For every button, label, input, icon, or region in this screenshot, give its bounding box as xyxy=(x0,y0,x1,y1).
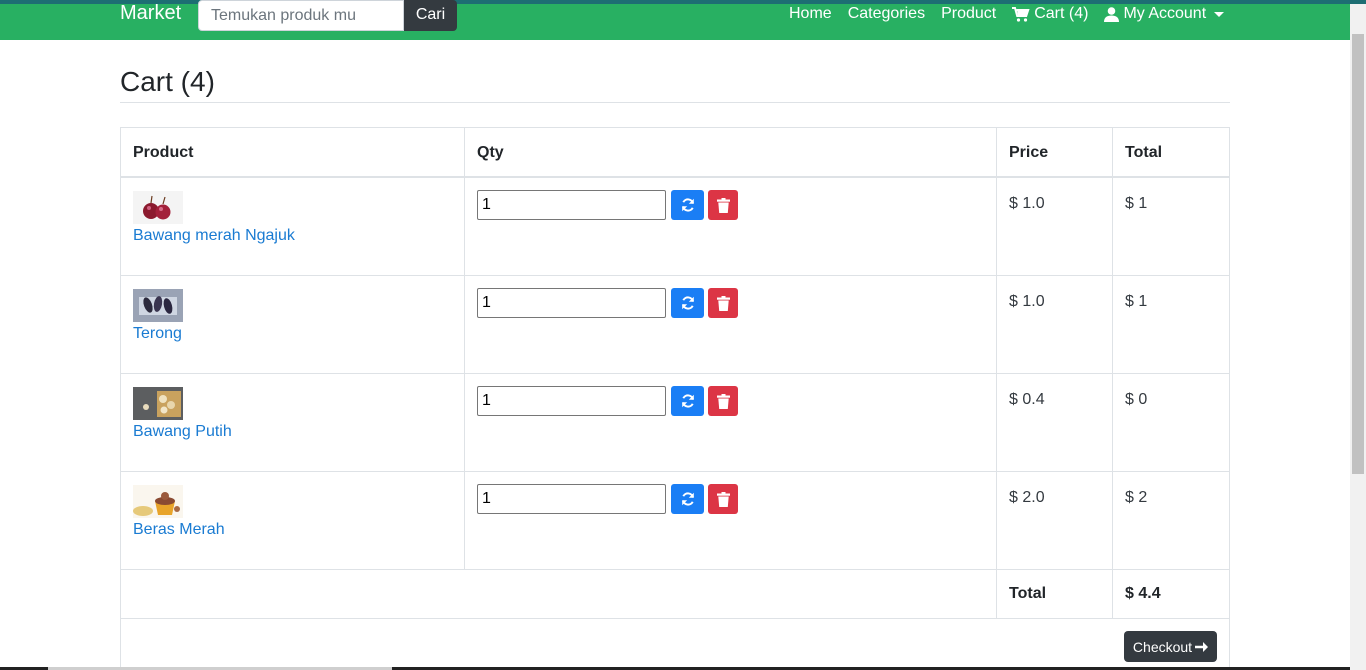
item-total: $ 2 xyxy=(1125,489,1148,506)
refresh-icon xyxy=(681,492,694,506)
delete-item-button[interactable] xyxy=(708,288,738,318)
cart-table: Product Qty Price Total Bawang merah Nga… xyxy=(120,127,1230,670)
nav-my-account[interactable]: My Account xyxy=(1104,5,1225,23)
search-button[interactable]: Cari xyxy=(404,0,457,31)
trash-icon xyxy=(716,393,730,409)
delete-item-button[interactable] xyxy=(708,386,738,416)
item-price: $ 1.0 xyxy=(997,276,1113,373)
header-qty: Qty xyxy=(465,128,997,176)
refresh-icon xyxy=(681,394,694,408)
onion-thumbnail[interactable] xyxy=(133,191,183,224)
trash-icon xyxy=(716,197,730,213)
cart-icon xyxy=(1012,6,1030,22)
eggplant-thumbnail[interactable] xyxy=(133,289,183,322)
user-icon xyxy=(1104,6,1120,22)
qty-input[interactable]: 1 xyxy=(477,190,666,220)
arrow-right-icon xyxy=(1195,641,1209,652)
product-link[interactable]: Bawang Putih xyxy=(133,423,452,441)
item-price: $ 1.0 xyxy=(997,178,1113,275)
nav-home[interactable]: Home xyxy=(789,5,832,23)
nav-my-account-label: My Account xyxy=(1123,5,1207,22)
table-row: Bawang Putih 1 $ 0.4 $ 0 xyxy=(121,374,1229,472)
update-qty-button[interactable] xyxy=(671,386,704,416)
table-row: Beras Merah 1 $ 2.0 $ 2 xyxy=(121,472,1229,570)
brand-logo[interactable]: Market xyxy=(120,2,181,24)
item-total: $ 1 xyxy=(1125,195,1148,212)
update-qty-button[interactable] xyxy=(671,190,704,220)
trash-icon xyxy=(716,295,730,311)
refresh-icon xyxy=(681,198,694,212)
search-input[interactable]: Temukan produk mu xyxy=(198,0,404,31)
qty-input[interactable]: 1 xyxy=(477,288,666,318)
header-total: Total xyxy=(1125,144,1163,161)
table-row: Terong 1 $ 1.0 $ 1 xyxy=(121,276,1229,374)
trash-icon xyxy=(716,491,730,507)
title-divider xyxy=(120,102,1230,103)
product-link[interactable]: Bawang merah Ngajuk xyxy=(133,227,452,245)
search-form: Temukan produk mu Cari xyxy=(198,0,457,31)
grand-total-value: $ 4.4 xyxy=(1125,585,1161,602)
qty-group: 1 xyxy=(477,190,984,220)
qty-input[interactable]: 1 xyxy=(477,484,666,514)
navbar: Market Temukan produk mu Cari Home Categ… xyxy=(0,0,1350,40)
header-price: Price xyxy=(997,128,1113,176)
checkout-button[interactable]: Checkout xyxy=(1124,631,1217,662)
nav-cart[interactable]: Cart (4) xyxy=(1012,5,1088,23)
table-row: Bawang merah Ngajuk 1 $ 1.0 $ 1 xyxy=(121,178,1229,276)
rice-thumbnail[interactable] xyxy=(133,485,183,518)
grand-total-row: Total $ 4.4 xyxy=(121,570,1229,619)
checkout-row: Checkout xyxy=(121,619,1229,670)
header-product: Product xyxy=(121,128,465,176)
table-header-row: Product Qty Price Total xyxy=(121,128,1229,178)
update-qty-button[interactable] xyxy=(671,288,704,318)
nav-links: Home Categories Product Cart (4) My Acco… xyxy=(789,4,1240,24)
page-title: Cart (4) xyxy=(120,66,215,97)
qty-group: 1 xyxy=(477,484,984,514)
chevron-down-icon xyxy=(1214,11,1225,17)
item-total: $ 1 xyxy=(1125,293,1148,310)
item-total: $ 0 xyxy=(1125,391,1148,408)
total-spacer xyxy=(121,570,997,618)
delete-item-button[interactable] xyxy=(708,190,738,220)
item-price: $ 0.4 xyxy=(997,374,1113,471)
item-price: $ 2.0 xyxy=(997,472,1113,569)
scrollbar-thumb[interactable] xyxy=(1352,34,1364,474)
qty-input[interactable]: 1 xyxy=(477,386,666,416)
product-link[interactable]: Terong xyxy=(133,325,452,343)
update-qty-button[interactable] xyxy=(671,484,704,514)
nav-categories[interactable]: Categories xyxy=(848,5,925,23)
garlic-thumbnail[interactable] xyxy=(133,387,183,420)
page-scrollbar[interactable] xyxy=(1350,4,1366,670)
checkout-label: Checkout xyxy=(1132,638,1193,655)
nav-cart-label: Cart (4) xyxy=(1034,5,1089,22)
qty-group: 1 xyxy=(477,386,984,416)
nav-product[interactable]: Product xyxy=(941,5,996,23)
delete-item-button[interactable] xyxy=(708,484,738,514)
product-link[interactable]: Beras Merah xyxy=(133,521,452,539)
qty-group: 1 xyxy=(477,288,984,318)
refresh-icon xyxy=(681,296,694,310)
grand-total-label: Total xyxy=(997,570,1113,618)
